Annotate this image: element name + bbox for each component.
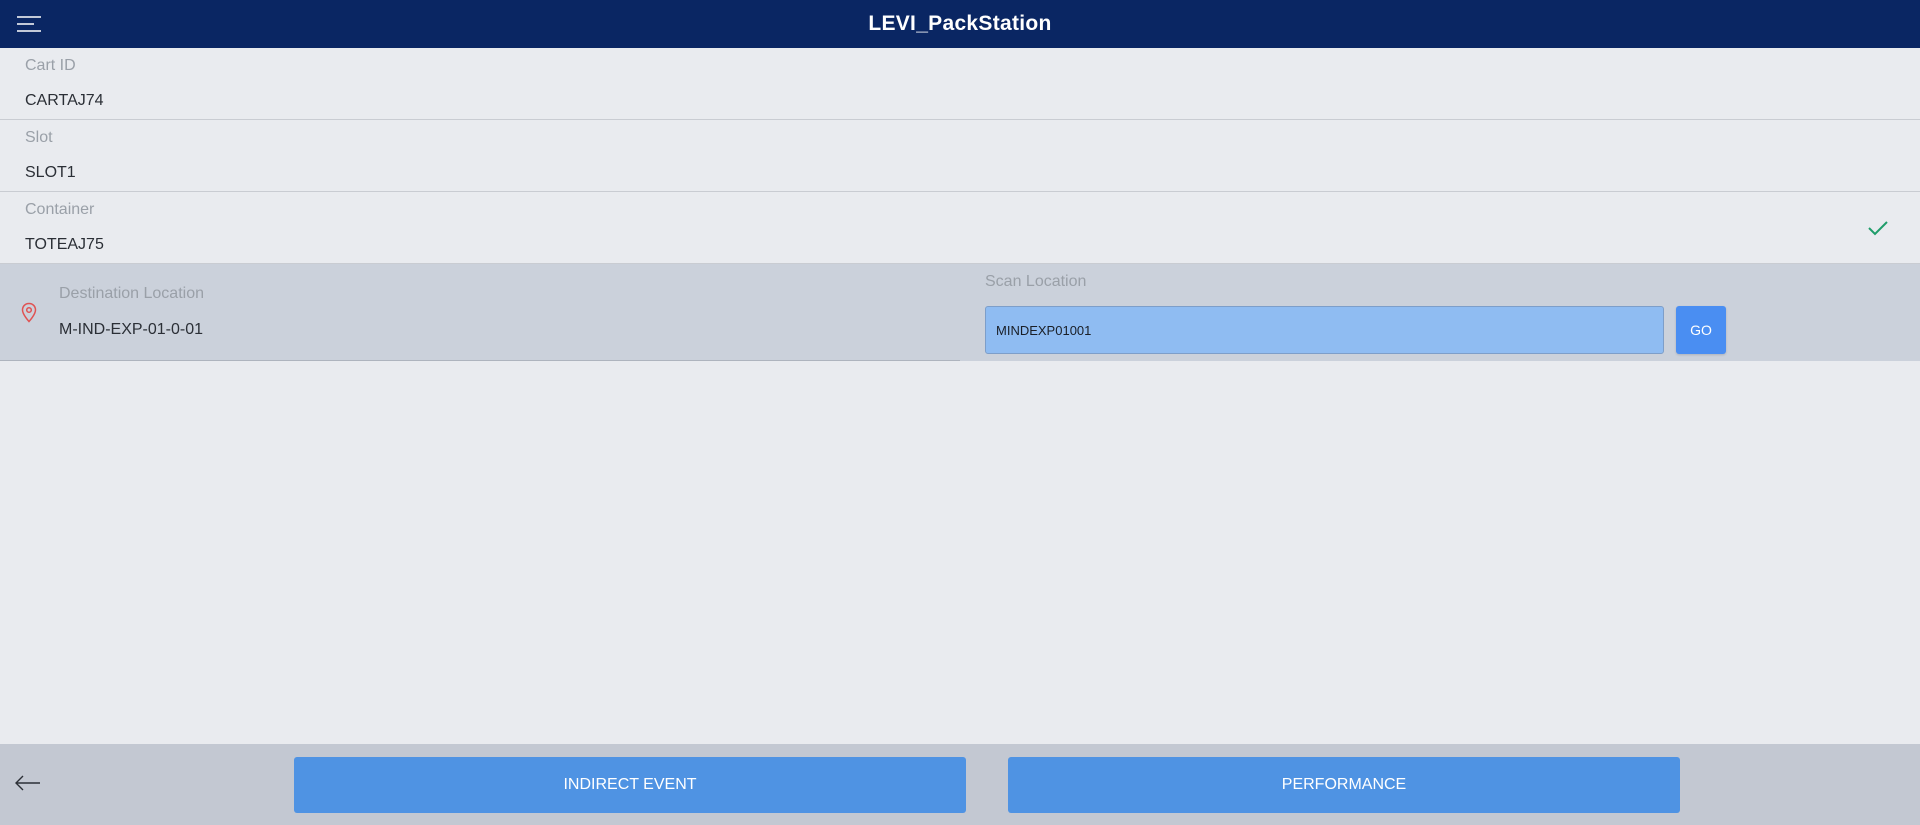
page-title: LEVI_PackStation bbox=[868, 12, 1052, 35]
footer-bar: INDIRECT EVENT PERFORMANCE bbox=[0, 744, 1920, 825]
indirect-event-button[interactable]: INDIRECT EVENT bbox=[294, 757, 966, 813]
back-arrow-icon[interactable] bbox=[14, 773, 42, 793]
container-label: Container bbox=[25, 201, 95, 218]
slot-row: Slot SLOT1 bbox=[0, 120, 1920, 192]
performance-button[interactable]: PERFORMANCE bbox=[1008, 757, 1680, 813]
destination-location-value: M-IND-EXP-01-0-01 bbox=[59, 321, 204, 338]
container-value: TOTEAJ75 bbox=[25, 236, 104, 253]
check-icon bbox=[1866, 218, 1890, 238]
app-header: LEVI_PackStation bbox=[0, 0, 1920, 48]
go-button[interactable]: GO bbox=[1676, 306, 1726, 354]
scan-panel: Destination Location M-IND-EXP-01-0-01 S… bbox=[0, 264, 1920, 361]
hamburger-menu-icon[interactable] bbox=[16, 14, 42, 34]
slot-label: Slot bbox=[25, 129, 53, 146]
destination-divider bbox=[0, 360, 960, 361]
location-pin-icon bbox=[20, 302, 38, 324]
cart-id-label: Cart ID bbox=[25, 57, 76, 74]
slot-value: SLOT1 bbox=[25, 164, 76, 181]
container-row: Container TOTEAJ75 bbox=[0, 192, 1920, 264]
cart-id-row: Cart ID CARTAJ74 bbox=[0, 48, 1920, 120]
scan-location-label: Scan Location bbox=[985, 273, 1087, 290]
scan-location-input[interactable] bbox=[985, 306, 1664, 354]
cart-id-value: CARTAJ74 bbox=[25, 92, 104, 109]
destination-location-label: Destination Location bbox=[59, 285, 204, 302]
